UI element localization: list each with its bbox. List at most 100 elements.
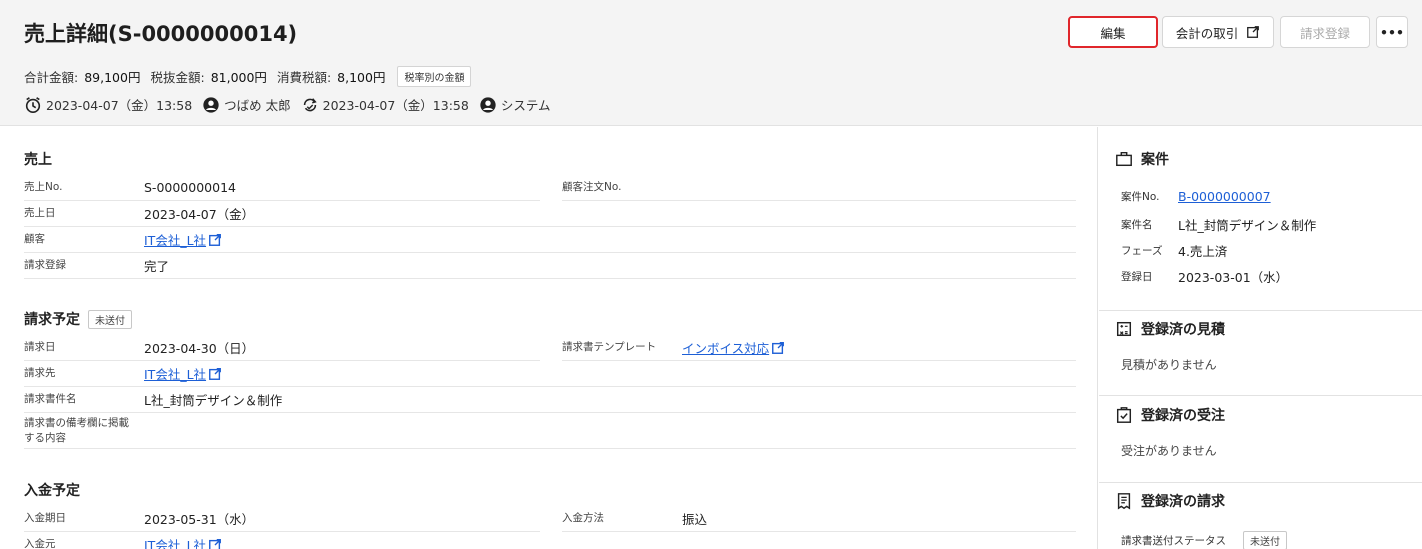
payment-from-label: 入金元 — [24, 538, 56, 549]
billing-date-label: 請求日 — [24, 341, 56, 354]
sales-date-label: 売上日 — [24, 207, 56, 220]
orders-empty-message: 受注がありません — [1121, 444, 1217, 458]
estimates-empty-message: 見積がありません — [1121, 358, 1217, 372]
payment-method-row: 入金方法 振込 — [562, 506, 1076, 532]
project-phase-label: フェーズ — [1121, 245, 1163, 257]
divider — [1099, 395, 1422, 396]
invoice-template-value: インボイス対応 — [682, 338, 785, 357]
sales-no-value: S-0000000014 — [144, 180, 236, 195]
customer-link[interactable]: IT会社_L社 — [144, 230, 206, 249]
billing-date-row: 請求日 2023-04-30（日） — [24, 335, 540, 361]
external-link-icon — [1247, 26, 1260, 38]
project-name-row: 案件名 L社_封筒デザイン＆制作 — [1121, 215, 1316, 234]
payment-due-value: 2023-05-31（水） — [144, 512, 255, 527]
accounting-button-label: 会計の取引 — [1175, 25, 1239, 41]
billing-to-label: 請求先 — [24, 367, 56, 380]
payment-due-label: 入金期日 — [24, 512, 66, 525]
updated-at: 2023-04-07（金）13:58 — [322, 98, 469, 113]
tax-value: 8,100円 — [337, 70, 386, 85]
billing-to-link[interactable]: IT会社_L社 — [144, 364, 206, 383]
edit-button-label: 編集 — [1100, 25, 1126, 41]
amount-summary: 合計金額: 89,100円 税抜金額: 81,000円 消費税額: 8,100円… — [24, 66, 472, 87]
payment-from-link[interactable]: IT会社_L社 — [144, 535, 206, 549]
orders-card-title: 登録済の受注 — [1115, 405, 1225, 425]
invoices-title-text: 登録済の請求 — [1141, 494, 1225, 510]
more-options-button[interactable]: ••• — [1376, 16, 1408, 48]
record-meta: 2023-04-07（金）13:58 つばめ 太郎 2023-04-07（金）1… — [24, 95, 560, 114]
payment-from-row: 入金元 IT会社_L社 — [24, 532, 1076, 549]
payment-method-value: 振込 — [682, 512, 708, 527]
project-title-text: 案件 — [1141, 152, 1169, 168]
tax-excluded-label: 税抜金額: — [150, 70, 205, 85]
sales-no-row: 売上No. S-0000000014 — [24, 175, 540, 201]
project-phase-row: フェーズ 4.売上済 — [1121, 241, 1227, 260]
invoice-note-row: 請求書の備考欄に掲載する内容 — [24, 413, 1076, 449]
billing-title-text: 請求予定 — [24, 312, 80, 328]
created-at: 2023-04-07（金）13:58 — [46, 98, 193, 113]
sales-title-text: 売上 — [24, 152, 52, 168]
payment-title-text: 入金予定 — [24, 483, 80, 499]
invoice-subject-value: L社_封筒デザイン＆制作 — [144, 393, 283, 408]
sales-no-label: 売上No. — [24, 181, 63, 194]
project-date-value: 2023-03-01（水） — [1178, 270, 1289, 285]
billing-to-value: IT会社_L社 — [144, 364, 222, 383]
created-by: つばめ 太郎 — [224, 98, 291, 113]
main-content: 売上 売上No. S-0000000014 顧客注文No. 売上日 2023-0… — [0, 127, 1098, 549]
invoices-card-title: 登録済の請求 — [1115, 491, 1225, 511]
total-label: 合計金額: — [24, 70, 79, 85]
invoice-subject-row: 請求書件名 L社_封筒デザイン＆制作 — [24, 387, 1076, 413]
briefcase-icon — [1116, 151, 1132, 167]
customer-label: 顧客 — [24, 233, 45, 246]
user-icon — [203, 96, 219, 113]
billing-status-badge: 未送付 — [88, 309, 132, 329]
billing-section-title: 請求予定 未送付 — [24, 309, 132, 329]
user-icon — [480, 96, 496, 113]
accounting-transaction-button[interactable]: 会計の取引 — [1162, 16, 1274, 48]
billing-to-row: 請求先 IT会社_L社 — [24, 361, 1076, 387]
invoice-send-status-badge: 未送付 — [1243, 531, 1287, 549]
page-title: 売上詳細(S-0000000014) — [24, 22, 298, 46]
customer-value: IT会社_L社 — [144, 230, 222, 249]
customer-row: 顧客 IT会社_L社 — [24, 227, 1076, 253]
right-sidebar: 案件 案件No. B-0000000007 案件名 L社_封筒デザイン＆制作 フ… — [1099, 127, 1422, 549]
external-link-icon[interactable] — [208, 367, 222, 381]
project-date-row: 登録日 2023-03-01（水） — [1121, 267, 1288, 286]
sales-date-row: 売上日 2023-04-07（金） — [24, 201, 1076, 227]
invoice-send-status-row: 請求書送付ステータス 未送付 — [1121, 531, 1287, 549]
invoice-note-label: 請求書の備考欄に掲載する内容 — [24, 416, 129, 444]
external-link-icon[interactable] — [771, 341, 785, 355]
billing-registered-value: 完了 — [144, 259, 170, 274]
billing-registered-row: 請求登録 完了 — [24, 253, 1076, 279]
more-icon: ••• — [1380, 24, 1404, 40]
project-name-value: L社_封筒デザイン＆制作 — [1178, 218, 1317, 233]
divider — [1099, 482, 1422, 483]
edit-button[interactable]: 編集 — [1068, 16, 1158, 48]
invoice-send-status-label: 請求書送付ステータス — [1121, 535, 1226, 547]
invoice-template-link[interactable]: インボイス対応 — [682, 338, 769, 357]
estimates-card-title: 登録済の見積 — [1115, 319, 1225, 339]
project-no-link[interactable]: B-0000000007 — [1178, 189, 1271, 204]
billing-register-button[interactable]: 請求登録 — [1280, 16, 1370, 48]
project-card-title: 案件 — [1115, 149, 1169, 169]
sales-date-value: 2023-04-07（金） — [144, 207, 255, 222]
divider — [1099, 310, 1422, 311]
calculator-icon — [1116, 321, 1132, 337]
project-no-label: 案件No. — [1121, 191, 1160, 203]
billing-button-label: 請求登録 — [1299, 25, 1350, 41]
invoice-subject-label: 請求書件名 — [24, 393, 77, 406]
update-icon — [303, 97, 317, 111]
project-phase-value: 4.売上済 — [1178, 244, 1228, 259]
external-link-icon[interactable] — [208, 538, 222, 549]
total-value: 89,100円 — [84, 70, 141, 85]
payment-section-title: 入金予定 — [24, 480, 80, 500]
orders-title-text: 登録済の受注 — [1141, 408, 1225, 424]
clock-icon — [25, 96, 41, 113]
invoice-template-label: 請求書テンプレート — [562, 341, 657, 354]
clipboard-check-icon — [1116, 407, 1132, 423]
tax-excluded-value: 81,000円 — [210, 70, 267, 85]
external-link-icon[interactable] — [208, 233, 222, 247]
sales-section-title: 売上 — [24, 149, 52, 169]
tax-rate-breakdown-button[interactable]: 税率別の金額 — [397, 66, 472, 87]
billing-registered-label: 請求登録 — [24, 259, 66, 272]
order-no-row: 顧客注文No. — [562, 175, 1076, 201]
